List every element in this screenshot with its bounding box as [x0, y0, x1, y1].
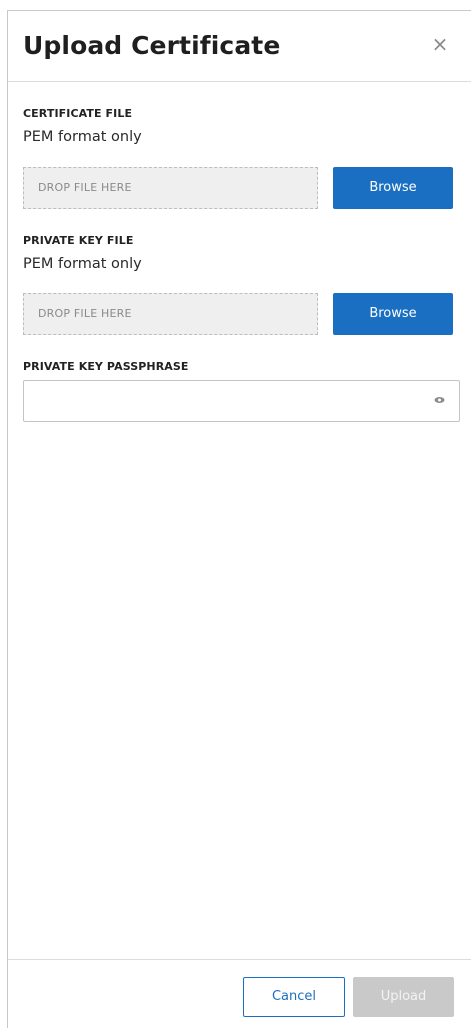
upload-button: Upload	[353, 977, 454, 1017]
private-key-format-hint: PEM format only	[23, 256, 142, 272]
certificate-file-label: CERTIFICATE FILE	[23, 107, 133, 120]
dialog-title: Upload Certificate	[23, 31, 281, 60]
passphrase-input[interactable]	[23, 380, 460, 422]
private-key-dropzone[interactable]: DROP FILE HERE	[23, 293, 318, 335]
private-key-file-label: PRIVATE KEY FILE	[23, 234, 134, 247]
close-icon[interactable]: ×	[429, 33, 451, 55]
private-key-browse-button[interactable]: Browse	[333, 293, 453, 335]
certificate-file-format-hint: PEM format only	[23, 129, 142, 145]
certificate-browse-button[interactable]: Browse	[333, 167, 453, 209]
passphrase-label: PRIVATE KEY PASSPHRASE	[23, 360, 189, 373]
eye-icon[interactable]	[434, 396, 445, 404]
certificate-file-dropzone[interactable]: DROP FILE HERE	[23, 167, 318, 209]
dialog-header: Upload Certificate ×	[8, 11, 471, 82]
cancel-button[interactable]: Cancel	[243, 977, 345, 1017]
dialog-footer: Cancel Upload	[8, 959, 471, 1029]
upload-certificate-dialog: Upload Certificate × CERTIFICATE FILE PE…	[7, 10, 471, 1028]
